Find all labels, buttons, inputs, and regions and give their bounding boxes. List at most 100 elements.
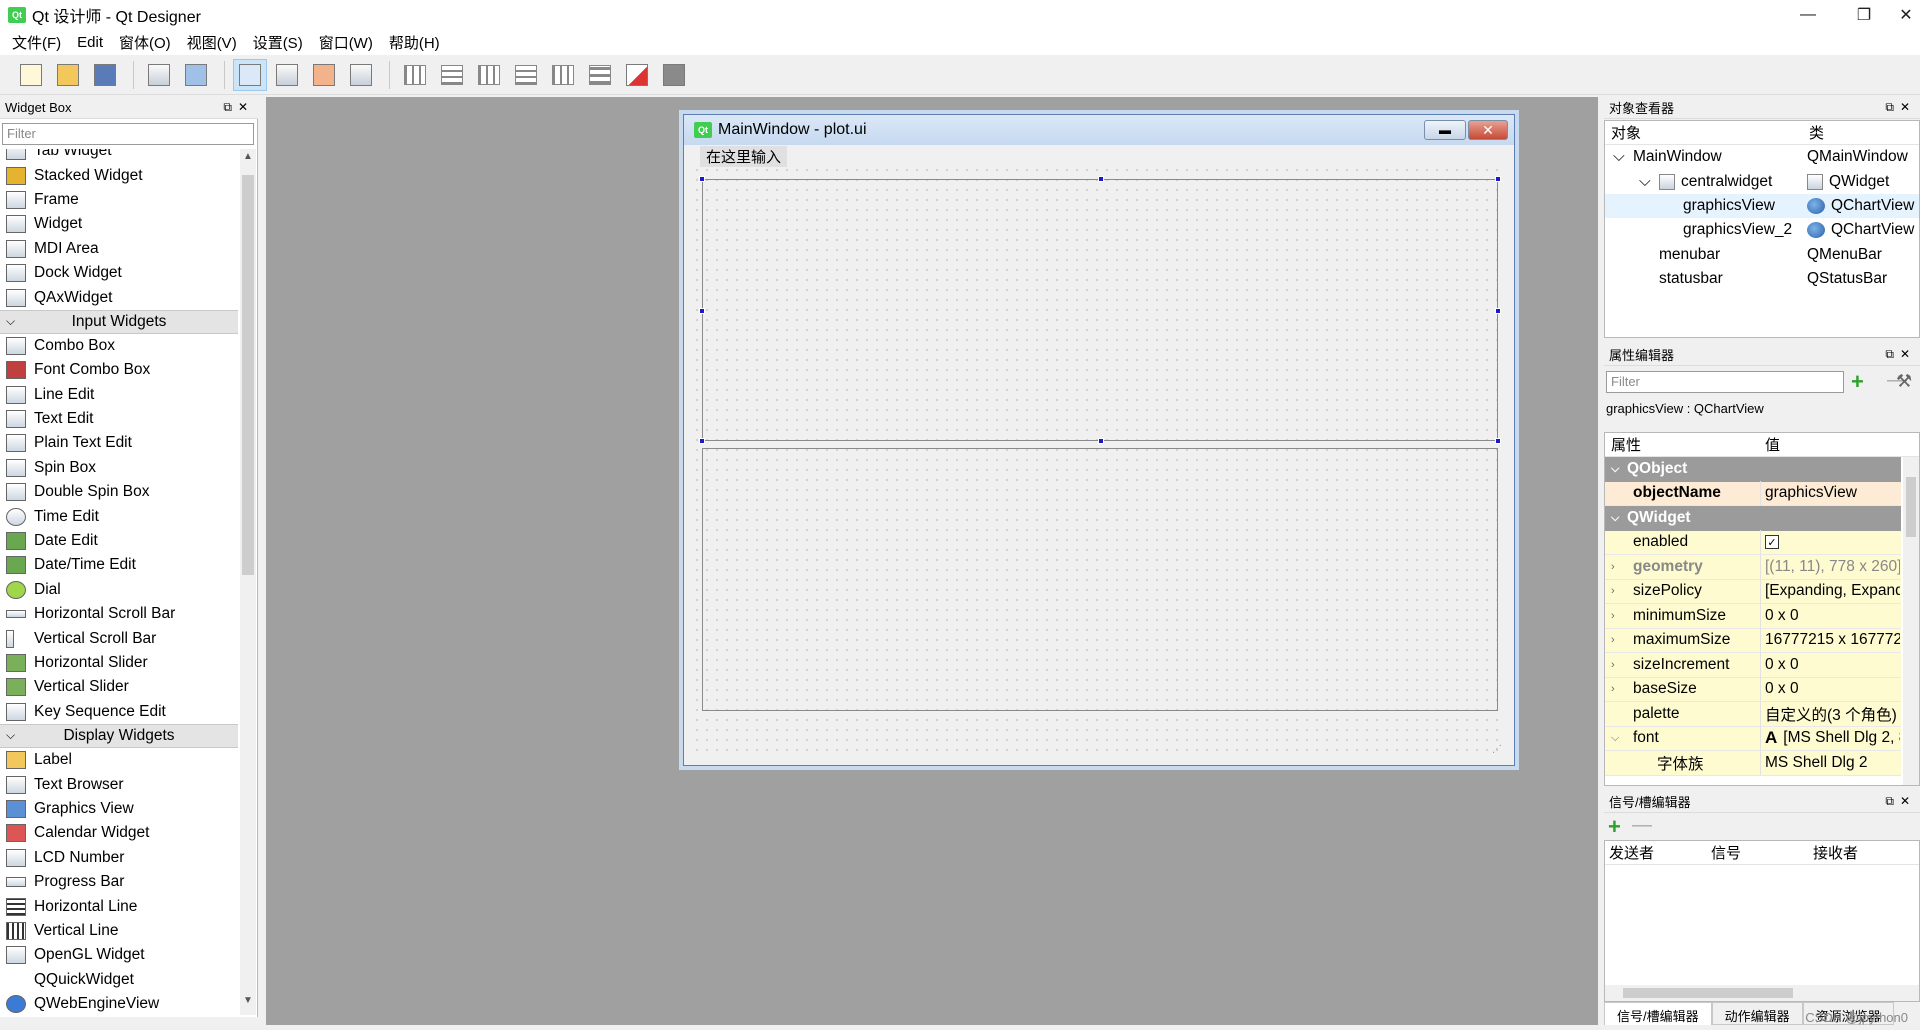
property-group[interactable]: ⌵ QObject: [1605, 457, 1901, 482]
form-titlebar[interactable]: Qt MainWindow - plot.ui ▬ ✕: [684, 115, 1514, 145]
layout-v-splitter-button[interactable]: [509, 59, 543, 91]
tree-row[interactable]: ⌵ centralwidget QWidget: [1605, 169, 1919, 193]
size-grip-icon[interactable]: ⋰: [1492, 744, 1502, 755]
menu-window[interactable]: 窗口(W): [311, 32, 381, 53]
category-display-widgets[interactable]: ⌵ Display Widgets: [0, 723, 238, 748]
widget-item[interactable]: Calendar Widget: [0, 821, 238, 845]
form-close-button[interactable]: ✕: [1468, 120, 1508, 140]
menu-edit[interactable]: Edit: [69, 34, 111, 51]
dock-float-close-icons[interactable]: ⧉✕: [1885, 794, 1916, 809]
chevron-right-icon[interactable]: ›: [1611, 683, 1615, 695]
property-value[interactable]: 自定义的(3 个角色): [1760, 701, 1900, 726]
chevron-right-icon[interactable]: ›: [1611, 610, 1615, 622]
dock-float-close-icons[interactable]: ⧉✕: [1885, 347, 1916, 362]
menu-settings[interactable]: 设置(S): [245, 32, 311, 53]
widget-list-scrollbar[interactable]: ▲ ▼: [240, 149, 256, 1015]
property-row[interactable]: › maximumSize 16777215 x 16777215: [1605, 628, 1901, 653]
widget-item[interactable]: Horizontal Slider: [0, 651, 238, 675]
widget-item[interactable]: MDI Area: [0, 237, 238, 261]
widget-item[interactable]: Text Browser: [0, 772, 238, 796]
tab-action-editor[interactable]: 动作编辑器: [1711, 1002, 1803, 1025]
wrench-icon[interactable]: ⚒: [1896, 371, 1912, 392]
scroll-up-icon[interactable]: ▲: [240, 151, 256, 169]
widget-item[interactable]: Frame: [0, 188, 238, 212]
property-filter-input[interactable]: Filter: [1606, 371, 1844, 393]
tree-row[interactable]: graphicsView_2 QChartView: [1605, 218, 1919, 242]
widget-item[interactable]: LCD Number: [0, 846, 238, 870]
chevron-right-icon[interactable]: ›: [1611, 634, 1615, 646]
layout-vertical-button[interactable]: [435, 59, 469, 91]
widget-item[interactable]: Date Edit: [0, 529, 238, 553]
layout-h-splitter-button[interactable]: [472, 59, 506, 91]
widget-item[interactable]: Combo Box: [0, 334, 238, 358]
property-row[interactable]: › baseSize 0 x 0: [1605, 677, 1901, 702]
layout-horizontal-button[interactable]: [398, 59, 432, 91]
property-value[interactable]: 16777215 x 16777215: [1760, 628, 1900, 653]
property-row[interactable]: › minimumSize 0 x 0: [1605, 603, 1901, 629]
category-input-widgets[interactable]: ⌵ Input Widgets: [0, 309, 238, 334]
add-property-icon[interactable]: +: [1851, 369, 1864, 395]
property-row[interactable]: › geometry [(11, 11), 778 x 260]: [1605, 554, 1901, 580]
property-value[interactable]: 0 x 0: [1760, 603, 1900, 628]
menu-type-here[interactable]: 在这里输入: [700, 145, 788, 167]
widget-item[interactable]: Font Combo Box: [0, 358, 238, 382]
widget-item[interactable]: Double Spin Box: [0, 480, 238, 504]
form-window[interactable]: Qt MainWindow - plot.ui ▬ ✕ 在这里输入 ⋰: [683, 114, 1515, 766]
new-file-button[interactable]: [14, 59, 48, 91]
widget-item[interactable]: Progress Bar: [0, 870, 238, 894]
widget-item[interactable]: Horizontal Scroll Bar: [0, 602, 238, 626]
widget-item[interactable]: Vertical Slider: [0, 675, 238, 699]
tree-row[interactable]: menubar QMenuBar: [1605, 243, 1919, 267]
menu-file[interactable]: 文件(F): [4, 32, 69, 53]
widget-item[interactable]: Date/Time Edit: [0, 553, 238, 577]
property-value[interactable]: graphicsView: [1760, 481, 1900, 506]
form-minimize-button[interactable]: ▬: [1424, 120, 1466, 140]
minimize-button[interactable]: —: [1780, 0, 1836, 30]
widget-item[interactable]: Spin Box: [0, 456, 238, 480]
widget-item[interactable]: QAxWidget: [0, 285, 238, 309]
property-value[interactable]: [(11, 11), 778 x 260]: [1760, 554, 1900, 579]
widget-item[interactable]: Widget: [0, 212, 238, 236]
widget-item[interactable]: Key Sequence Edit: [0, 700, 238, 724]
widget-item[interactable]: QQuickWidget: [0, 968, 238, 992]
tree-row[interactable]: statusbar QStatusBar: [1605, 267, 1919, 291]
property-row[interactable]: 字体族 MS Shell Dlg 2: [1605, 750, 1901, 776]
menu-view[interactable]: 视图(V): [179, 32, 245, 53]
close-button[interactable]: ✕: [1892, 0, 1920, 30]
maximize-button[interactable]: ❐: [1836, 0, 1892, 30]
add-connection-icon[interactable]: +: [1608, 814, 1621, 840]
break-layout-button[interactable]: [620, 59, 654, 91]
scroll-thumb[interactable]: [242, 175, 254, 575]
signal-hscrollbar[interactable]: [1605, 985, 1919, 1001]
graphicsview-chart[interactable]: [699, 176, 1501, 444]
widget-item[interactable]: Text Edit: [0, 407, 238, 431]
enabled-checkbox[interactable]: ✓: [1765, 535, 1779, 550]
form-menubar[interactable]: 在这里输入: [692, 145, 1506, 167]
resize-handle[interactable]: [699, 438, 705, 444]
scroll-thumb[interactable]: [1906, 477, 1916, 537]
property-value[interactable]: [MS Shell Dlg 2, 8]: [1783, 729, 1900, 747]
widget-item[interactable]: Label: [0, 748, 238, 772]
save-button[interactable]: [88, 59, 122, 91]
scroll-down-icon[interactable]: ▼: [240, 995, 256, 1013]
resize-handle[interactable]: [1495, 176, 1501, 182]
widget-item[interactable]: Vertical Line: [0, 919, 238, 943]
chevron-down-icon[interactable]: ⌵: [1611, 732, 1619, 745]
widget-item[interactable]: QWebEngineView: [0, 992, 238, 1015]
property-group[interactable]: ⌵ QWidget: [1605, 506, 1901, 531]
chevron-right-icon[interactable]: ›: [1611, 561, 1615, 573]
property-row[interactable]: palette 自定义的(3 个角色): [1605, 701, 1901, 727]
chevron-right-icon[interactable]: ›: [1611, 659, 1615, 671]
widget-item[interactable]: Dock Widget: [0, 261, 238, 285]
tree-row-selected[interactable]: graphicsView QChartView: [1605, 193, 1919, 219]
resize-handle[interactable]: [1495, 438, 1501, 444]
widget-item[interactable]: Tab Widget: [0, 149, 238, 163]
tab-signal-slot-editor[interactable]: 信号/槽编辑器: [1604, 1002, 1712, 1025]
widget-item[interactable]: Horizontal Line: [0, 894, 238, 918]
edit-buddies-button[interactable]: [307, 59, 341, 91]
layout-grid-button[interactable]: [546, 59, 580, 91]
property-value[interactable]: [Expanding, Expandin...: [1760, 579, 1900, 604]
edit-tab-order-button[interactable]: [344, 59, 378, 91]
chevron-right-icon[interactable]: ›: [1611, 585, 1615, 597]
graphicsview-2-chart[interactable]: [702, 448, 1498, 711]
